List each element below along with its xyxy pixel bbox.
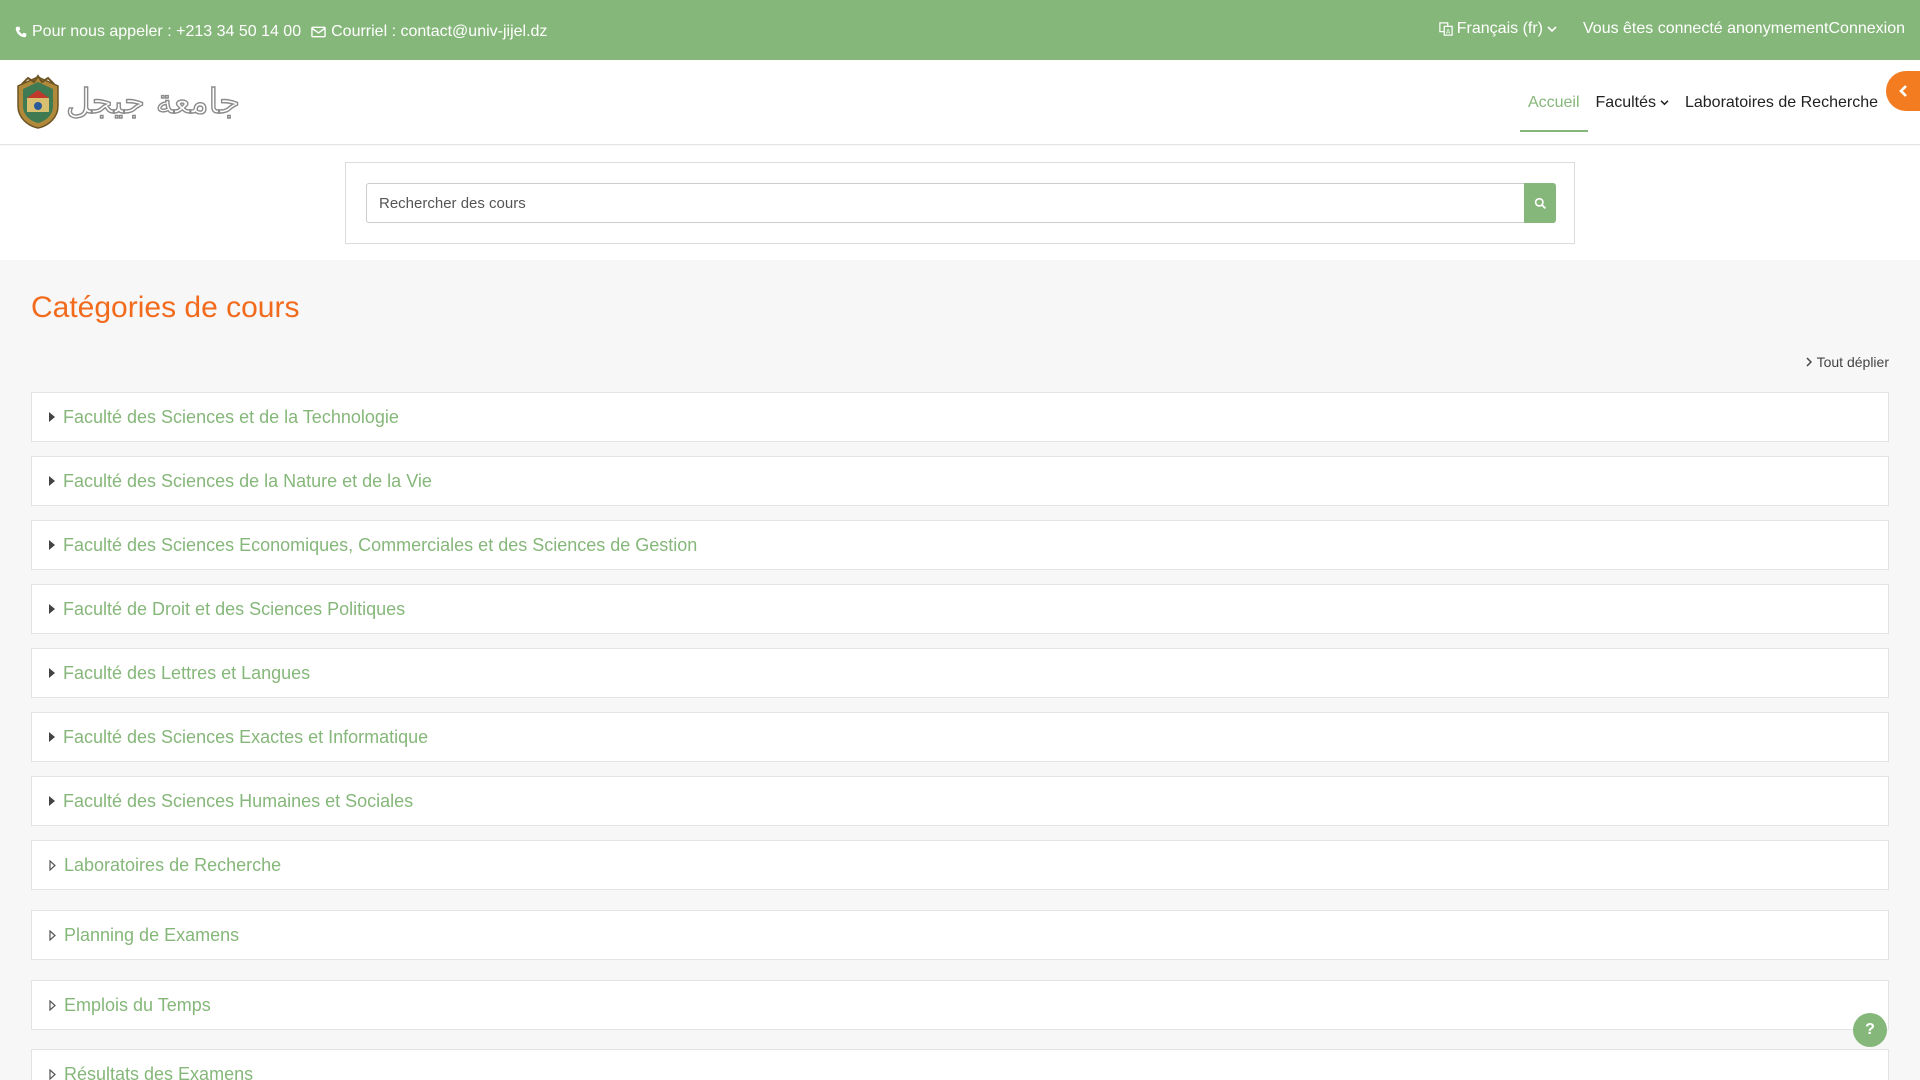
- category-item[interactable]: Emplois du Temps: [31, 980, 1889, 1030]
- chevron-down-icon: [1660, 100, 1669, 106]
- nav-item-label: Laboratoires de Recherche: [1684, 93, 1878, 111]
- main-nav: Accueil Facultés Laboratoires de Recherc…: [1519, 60, 1886, 145]
- search-section: [0, 146, 1920, 260]
- category-name[interactable]: Planning de Examens: [64, 925, 239, 946]
- language-selector[interactable]: A Français (fr): [1439, 20, 1561, 38]
- category-name[interactable]: Faculté des Sciences et de la Technologi…: [63, 407, 399, 428]
- category-name[interactable]: Faculté des Sciences Economiques, Commer…: [63, 535, 697, 556]
- login-status: Vous êtes connecté anonymement: [1583, 20, 1829, 37]
- caret-right-filled-icon: [49, 732, 55, 742]
- chevron-left-icon: [1899, 85, 1907, 97]
- contact-info: Pour nous appeler : +213 34 50 14 00 Cou…: [15, 23, 557, 41]
- category-name[interactable]: Faculté des Sciences de la Nature et de …: [63, 471, 432, 492]
- caret-right-filled-icon: [49, 604, 55, 614]
- caret-right-outline-icon: [49, 1068, 56, 1080]
- caret-right-filled-icon: [49, 476, 55, 486]
- category-item[interactable]: Faculté des Lettres et Langues: [31, 648, 1889, 698]
- nav-item-label: Facultés: [1595, 93, 1656, 111]
- category-item[interactable]: Faculté des Sciences Exactes et Informat…: [31, 712, 1889, 762]
- language-label: Français (fr): [1456, 20, 1543, 37]
- nav-item-faculties[interactable]: Facultés: [1588, 60, 1677, 145]
- chevron-right-icon: [1806, 357, 1812, 367]
- course-search-form: [345, 162, 1575, 244]
- chevron-down-icon: [1547, 26, 1557, 33]
- category-name[interactable]: Résultats des Examens: [64, 1064, 253, 1080]
- category-name[interactable]: Faculté des Sciences Exactes et Informat…: [63, 727, 428, 748]
- logo-text: جامعة جيجل: [65, 81, 241, 122]
- category-item[interactable]: Résultats des Examens: [31, 1049, 1889, 1080]
- search-input[interactable]: [366, 183, 1524, 223]
- caret-right-filled-icon: [49, 412, 55, 422]
- caret-right-outline-icon: [49, 929, 56, 941]
- search-button[interactable]: [1524, 183, 1556, 223]
- page-title: Catégories de cours: [31, 291, 300, 324]
- category-item[interactable]: Faculté de Droit et des Sciences Politiq…: [31, 584, 1889, 634]
- caret-right-filled-icon: [49, 668, 55, 678]
- expand-all-link[interactable]: Tout déplier: [1806, 354, 1889, 370]
- category-item[interactable]: Faculté des Sciences Economiques, Commer…: [31, 520, 1889, 570]
- login-link[interactable]: Connexion: [1829, 20, 1906, 38]
- category-item[interactable]: Faculté des Sciences de la Nature et de …: [31, 456, 1889, 506]
- help-button[interactable]: ?: [1853, 1013, 1887, 1047]
- phone-icon: [15, 26, 27, 38]
- university-emblem-icon: [17, 74, 59, 129]
- category-name[interactable]: Laboratoires de Recherche: [64, 855, 281, 876]
- category-item[interactable]: Faculté des Sciences et de la Technologi…: [31, 392, 1889, 442]
- search-icon: [1534, 197, 1546, 209]
- category-item[interactable]: Planning de Examens: [31, 910, 1889, 960]
- language-icon: A: [1439, 22, 1453, 36]
- category-name[interactable]: Emplois du Temps: [64, 995, 211, 1016]
- nav-item-label: Accueil: [1527, 93, 1580, 111]
- top-bar: Pour nous appeler : +213 34 50 14 00 Cou…: [0, 0, 1920, 60]
- expand-all-label: Tout déplier: [1816, 354, 1889, 370]
- category-name[interactable]: Faculté des Sciences Humaines et Sociale…: [63, 791, 413, 812]
- nav-item-research-labs[interactable]: Laboratoires de Recherche: [1677, 60, 1886, 145]
- user-menu: A Français (fr) Vous êtes connecté anony…: [1439, 20, 1905, 38]
- email-contact: Courriel : contact@univ-jijel.dz: [311, 23, 547, 41]
- site-header: جامعة جيجل Accueil Facultés Laboratoires…: [0, 60, 1920, 145]
- caret-right-filled-icon: [49, 540, 55, 550]
- nav-item-home[interactable]: Accueil: [1519, 60, 1588, 145]
- drawer-toggle-button[interactable]: [1886, 71, 1920, 111]
- caret-right-outline-icon: [49, 999, 56, 1011]
- phone-text: Pour nous appeler : +213 34 50 14 00: [32, 23, 302, 40]
- email-text[interactable]: Courriel : contact@univ-jijel.dz: [331, 23, 547, 41]
- site-logo[interactable]: جامعة جيجل: [14, 74, 240, 130]
- envelope-icon: [311, 26, 326, 38]
- caret-right-filled-icon: [49, 796, 55, 806]
- category-item[interactable]: Laboratoires de Recherche: [31, 840, 1889, 890]
- category-name[interactable]: Faculté des Lettres et Langues: [63, 663, 310, 684]
- category-item[interactable]: Faculté des Sciences Humaines et Sociale…: [31, 776, 1889, 826]
- caret-right-outline-icon: [49, 859, 56, 871]
- category-name[interactable]: Faculté de Droit et des Sciences Politiq…: [63, 599, 405, 620]
- phone-contact: Pour nous appeler : +213 34 50 14 00: [15, 23, 301, 41]
